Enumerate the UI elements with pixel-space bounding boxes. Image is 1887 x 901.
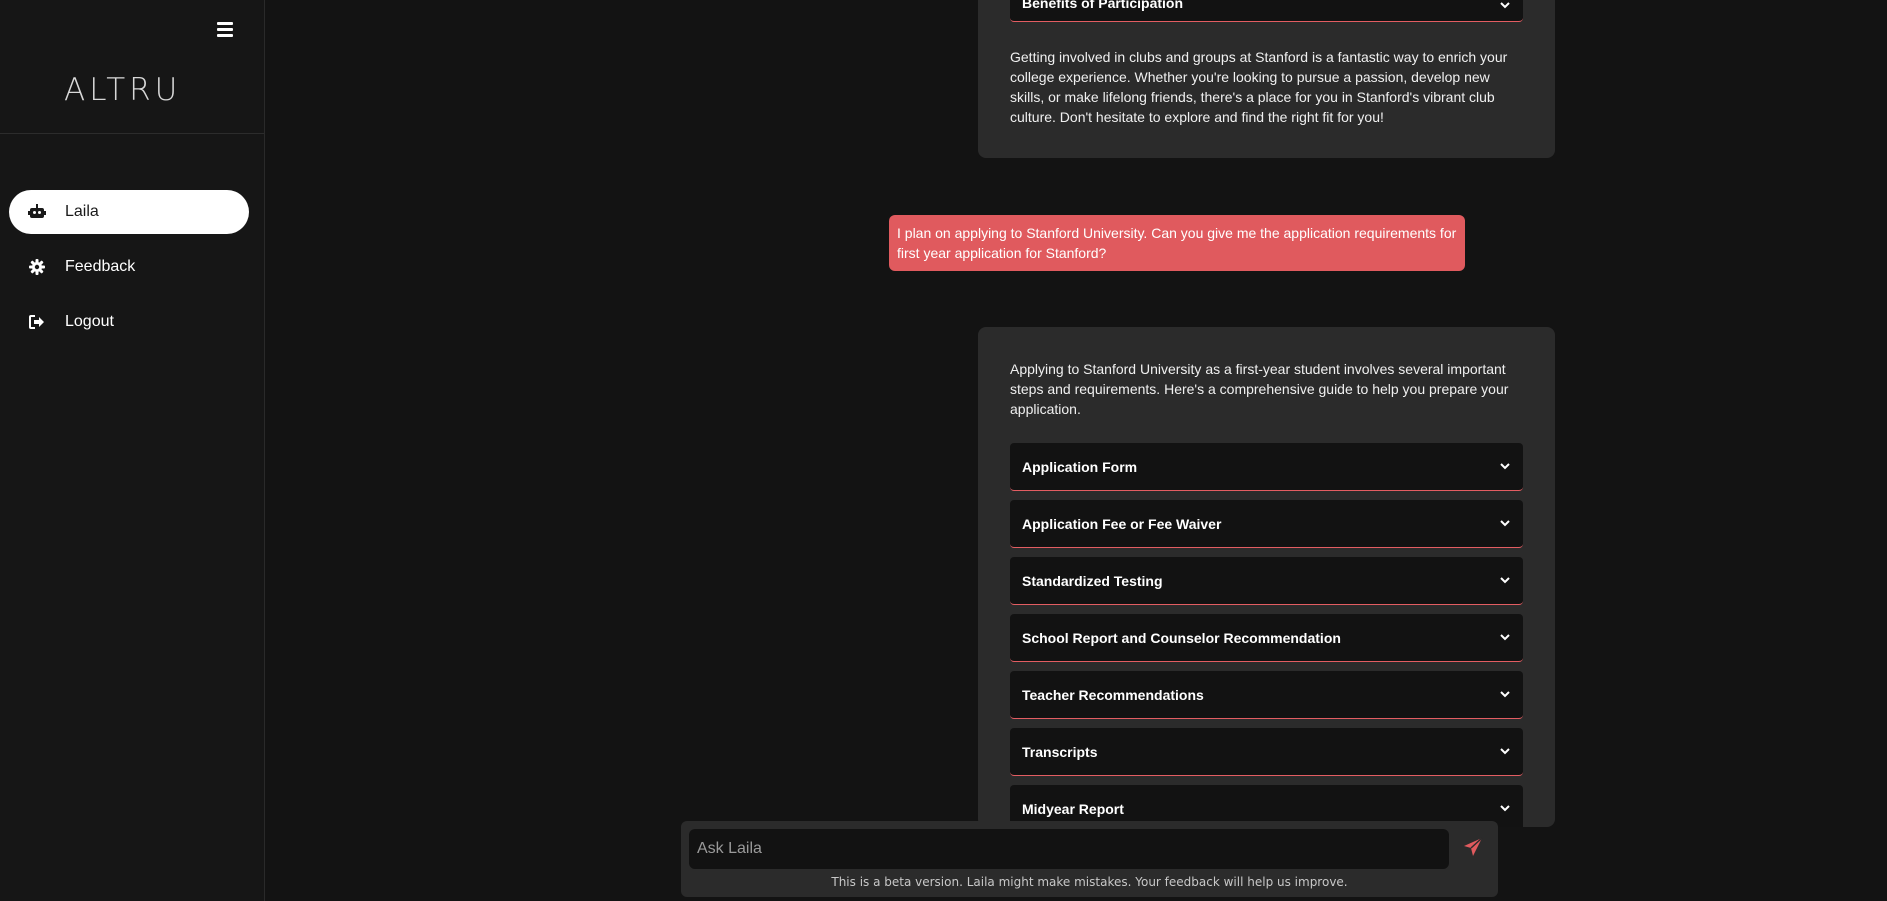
- bot-message-text: Applying to Stanford University as a fir…: [1010, 361, 1509, 417]
- chevron-down-icon: [1499, 746, 1511, 758]
- chevron-down-icon: [1499, 0, 1511, 11]
- chevron-down-icon: [1499, 575, 1511, 587]
- accordion-benefits-of-participation[interactable]: Benefits of Participation: [1010, 0, 1523, 22]
- chat-input[interactable]: [689, 829, 1449, 869]
- menu-toggle-icon[interactable]: [217, 22, 233, 38]
- chevron-down-icon: [1499, 461, 1511, 473]
- sidebar-item-label: Logout: [65, 313, 114, 330]
- chevron-down-icon: [1499, 632, 1511, 644]
- app-logo: ALTRU: [64, 72, 182, 108]
- accordion-application-fee[interactable]: Application Fee or Fee Waiver: [1010, 500, 1523, 548]
- gear-icon: [28, 258, 46, 276]
- accordion-teacher-recommendations[interactable]: Teacher Recommendations: [1010, 671, 1523, 719]
- chat-input-panel: This is a beta version. Laila might make…: [681, 821, 1498, 897]
- accordion-standardized-testing[interactable]: Standardized Testing: [1010, 557, 1523, 605]
- sidebar-item-laila[interactable]: Laila: [9, 190, 249, 234]
- sidebar: ALTRU Laila Feedback Logout: [0, 0, 265, 901]
- bot-message-text: Getting involved in clubs and groups at …: [1010, 49, 1508, 125]
- sidebar-item-feedback[interactable]: Feedback: [9, 245, 249, 289]
- bot-message: Applying to Stanford University as a fir…: [978, 327, 1555, 827]
- sidebar-item-label: Laila: [65, 203, 99, 220]
- send-icon[interactable]: [1463, 837, 1485, 859]
- accordion-school-report[interactable]: School Report and Counselor Recommendati…: [1010, 614, 1523, 662]
- logout-icon: [28, 313, 46, 331]
- chevron-down-icon: [1499, 803, 1511, 815]
- sidebar-item-label: Feedback: [65, 258, 136, 275]
- sidebar-divider: [0, 133, 264, 134]
- robot-icon: [28, 203, 46, 221]
- user-message: I plan on applying to Stanford Universit…: [889, 215, 1465, 271]
- beta-disclaimer: This is a beta version. Laila might make…: [831, 875, 1348, 889]
- accordion-application-form[interactable]: Application Form: [1010, 443, 1523, 491]
- chevron-down-icon: [1499, 518, 1511, 530]
- bot-message: Benefits of Participation Getting involv…: [978, 0, 1555, 158]
- sidebar-item-logout[interactable]: Logout: [9, 300, 249, 344]
- chevron-down-icon: [1499, 689, 1511, 701]
- accordion-transcripts[interactable]: Transcripts: [1010, 728, 1523, 776]
- chat-area: Benefits of Participation Getting involv…: [265, 0, 1887, 901]
